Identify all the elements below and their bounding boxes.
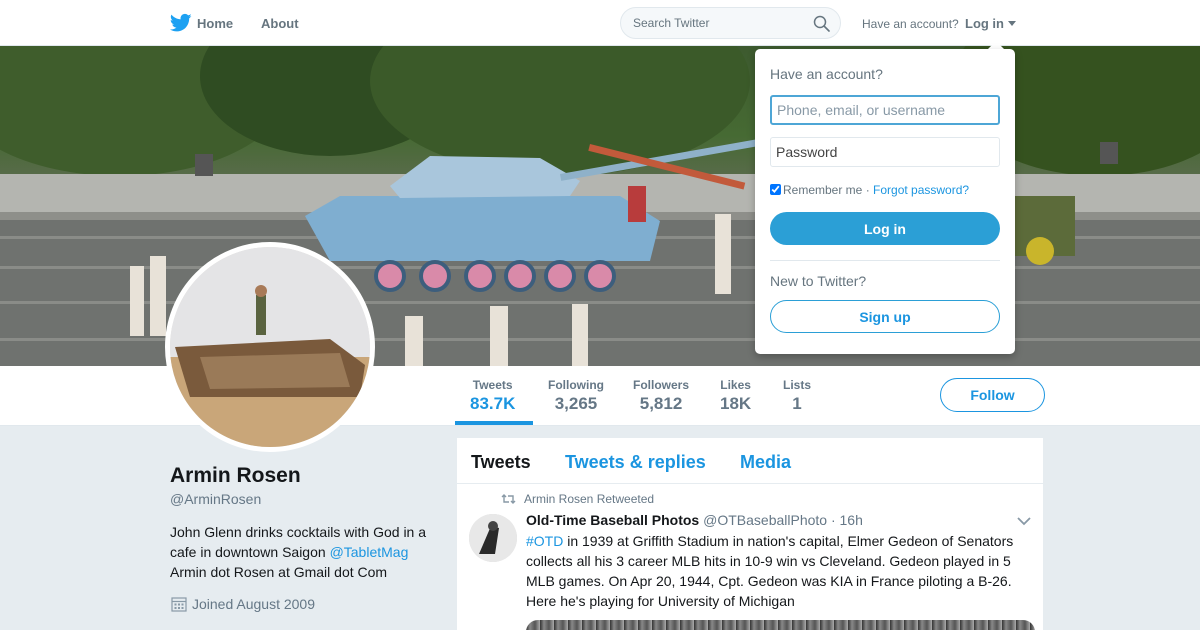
nav-home-link[interactable]: Home <box>197 16 233 31</box>
tweet-body: in 1939 at Griffith Stadium in nation's … <box>526 533 1014 609</box>
tweet-media-image[interactable] <box>526 620 1035 630</box>
signup-button[interactable]: Sign up <box>770 300 1000 333</box>
divider <box>770 260 1000 261</box>
top-navigation: Home About Have an account? Log in <box>0 0 1200 46</box>
tab-tweets-replies[interactable]: Tweets & replies <box>565 452 706 473</box>
stat-lists[interactable]: Lists 1 <box>783 378 811 414</box>
stat-label: Lists <box>783 378 812 392</box>
follow-button[interactable]: Follow <box>940 378 1045 412</box>
stat-value: 18K <box>720 394 752 413</box>
tab-tweets[interactable]: Tweets <box>471 452 531 473</box>
search-icon[interactable] <box>813 15 830 32</box>
separator: · <box>862 183 874 197</box>
stat-value: 83.7K <box>470 394 516 413</box>
stat-likes[interactable]: Likes 18K <box>720 378 751 414</box>
retweet-context[interactable]: Armin Rosen Retweeted <box>524 492 654 506</box>
forgot-password-link[interactable]: Forgot password? <box>873 183 969 197</box>
new-to-twitter-text: New to Twitter? <box>770 273 867 289</box>
stat-label: Followers <box>633 378 690 392</box>
username-field[interactable] <box>770 95 1000 125</box>
search-box <box>620 7 841 39</box>
remember-row: Remember me · Forgot password? <box>770 183 969 197</box>
twitter-bird-icon[interactable] <box>170 13 192 33</box>
calendar-icon <box>171 597 187 612</box>
tweet-avatar-image <box>469 514 517 562</box>
joined-date: Joined August 2009 <box>192 596 315 612</box>
tweet-text: #OTD in 1939 at Griffith Stadium in nati… <box>526 531 1031 611</box>
search-input[interactable] <box>633 16 803 30</box>
remember-me-checkbox[interactable] <box>770 184 781 195</box>
tab-media[interactable]: Media <box>740 452 791 473</box>
login-dropdown: Have an account? Remember me · Forgot pa… <box>755 49 1015 354</box>
tweet-author-name[interactable]: Old-Time Baseball Photos <box>526 512 699 528</box>
stat-value: 3,265 <box>554 394 598 413</box>
profile-handle[interactable]: @ArminRosen <box>170 491 261 507</box>
profile-avatar[interactable] <box>165 242 375 452</box>
remember-me-label[interactable]: Remember me <box>783 183 862 197</box>
stat-label: Likes <box>720 378 751 392</box>
chevron-down-icon[interactable] <box>1017 517 1031 526</box>
nav-about-link[interactable]: About <box>261 16 299 31</box>
login-dropdown-toggle[interactable]: Log in <box>965 16 1004 31</box>
timeline-tabs: Tweets Tweets & replies Media <box>457 438 1043 484</box>
timeline: Tweets Tweets & replies Media Armin Rose… <box>456 437 1044 630</box>
stat-value: 5,812 <box>639 394 683 413</box>
have-account-text: Have an account? <box>862 17 959 31</box>
avatar-image <box>170 247 370 447</box>
profile-name: Armin Rosen <box>170 464 301 487</box>
bio-mention-link[interactable]: @TabletMag <box>330 544 409 560</box>
login-button[interactable]: Log in <box>770 212 1000 245</box>
stat-label: Tweets <box>472 378 513 392</box>
tweet-hashtag[interactable]: #OTD <box>526 533 563 549</box>
tweet-timestamp[interactable]: · 16h <box>831 512 863 528</box>
stat-following[interactable]: Following 3,265 <box>548 378 604 414</box>
bio-text-2: Armin dot Rosen at Gmail dot Com <box>170 564 388 580</box>
dropdown-title: Have an account? <box>770 66 883 82</box>
active-stat-indicator <box>455 421 533 425</box>
stat-value: 1 <box>792 394 802 413</box>
stat-tweets[interactable]: Tweets 83.7K <box>470 378 515 414</box>
stat-followers[interactable]: Followers 5,812 <box>633 378 689 414</box>
stat-label: Following <box>548 378 604 392</box>
tweet-author-handle[interactable]: @OTBaseballPhoto <box>703 512 827 528</box>
tweet-author-avatar[interactable] <box>469 514 517 562</box>
password-field[interactable] <box>770 137 1000 167</box>
caret-down-icon[interactable] <box>1008 21 1016 26</box>
profile-bio: John Glenn drinks cocktails with God in … <box>170 522 440 582</box>
tweet-header: Old-Time Baseball Photos @OTBaseballPhot… <box>526 512 863 528</box>
retweet-icon <box>501 494 516 504</box>
